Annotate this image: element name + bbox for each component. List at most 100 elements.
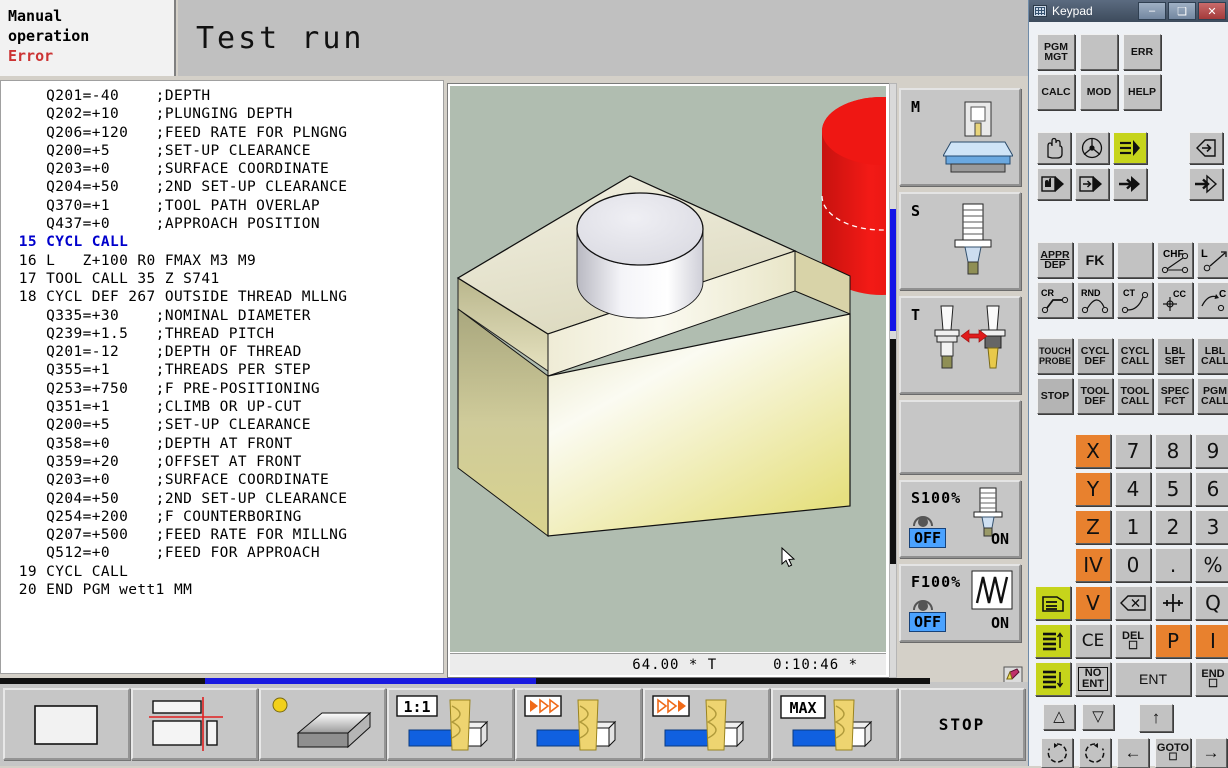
blank-key-2[interactable]	[1117, 242, 1153, 278]
blank-key-1[interactable]	[1080, 34, 1118, 70]
spindle-override-box[interactable]: S100% OFF ON	[899, 480, 1021, 558]
program-line[interactable]: 20 END PGM wett1 MM	[7, 581, 441, 599]
program-line[interactable]: 18 CYCL DEF 267 OUTSIDE THREAD MLLNG	[7, 288, 441, 306]
graphics-panel[interactable]: 64.00 * T 0:10:46 *	[447, 83, 891, 678]
axis-z-key[interactable]: Z	[1075, 510, 1111, 544]
close-button[interactable]: ✕	[1198, 2, 1226, 20]
axis-y-key[interactable]: Y	[1075, 472, 1111, 506]
maximize-button[interactable]: ❑	[1168, 2, 1196, 20]
simulation-view[interactable]	[450, 86, 886, 652]
keypad-title-bar[interactable]: Keypad – ❑ ✕	[1029, 0, 1228, 22]
up-triangle-key[interactable]: △	[1043, 704, 1075, 730]
program-line[interactable]: 15 CYCL CALL	[7, 233, 441, 251]
cc-key[interactable]: CC	[1157, 282, 1193, 318]
handwheel-key[interactable]	[1075, 132, 1109, 164]
chf-key[interactable]: CHF	[1157, 242, 1193, 278]
tool-call-key[interactable]: TOOL CALL	[1117, 378, 1153, 414]
digit-6-key[interactable]: 6	[1195, 472, 1228, 506]
scrollbar-thumb-blue[interactable]	[890, 209, 896, 331]
rotate-ccw-key[interactable]	[1079, 738, 1111, 768]
digit-0-key[interactable]: 0	[1115, 548, 1151, 582]
manual-hand-key[interactable]	[1037, 132, 1071, 164]
program-line[interactable]: Q335=+30 ;NOMINAL DIAMETER	[7, 307, 441, 325]
end-key[interactable]: END ☐	[1195, 662, 1228, 696]
cycl-def-key[interactable]: CYCL DEF	[1077, 338, 1113, 374]
program-line[interactable]: Q254=+200 ;F COUNTERBORING	[7, 508, 441, 526]
feed-override-off[interactable]: OFF	[909, 612, 947, 632]
softkey-solid-model-view[interactable]	[259, 688, 386, 760]
program-line[interactable]: Q370=+1 ;TOOL PATH OVERLAP	[7, 197, 441, 215]
softkey-fast-run[interactable]	[643, 688, 770, 760]
pgm-call-key[interactable]: PGM CALL	[1197, 378, 1228, 414]
vertical-scrollbar[interactable]	[889, 83, 897, 678]
digit-8-key[interactable]: 8	[1155, 434, 1191, 468]
program-line[interactable]: Q355=+1 ;THREADS PER STEP	[7, 361, 441, 379]
sign-toggle-key[interactable]: %	[1195, 548, 1228, 582]
program-line[interactable]: Q359=+20 ;OFFSET AT FRONT	[7, 453, 441, 471]
goto-key[interactable]: GOTO ☐	[1155, 738, 1191, 768]
mod-key[interactable]: MOD	[1080, 74, 1118, 110]
feed-override-on[interactable]: ON	[991, 614, 1009, 632]
digit-5-key[interactable]: 5	[1155, 472, 1191, 506]
tool-def-key[interactable]: TOOL DEF	[1077, 378, 1113, 414]
help-key[interactable]: HELP	[1123, 74, 1161, 110]
cr-key[interactable]: CR	[1037, 282, 1073, 318]
rnd-key[interactable]: RND	[1077, 282, 1113, 318]
lbl-call-key[interactable]: LBL CALL	[1197, 338, 1228, 374]
program-line[interactable]: Q239=+1.5 ;THREAD PITCH	[7, 325, 441, 343]
single-block-key[interactable]	[1037, 168, 1071, 200]
axis-x-key[interactable]: X	[1075, 434, 1111, 468]
program-line[interactable]: Q358=+0 ;DEPTH AT FRONT	[7, 435, 441, 453]
program-line[interactable]: Q206=+120 ;FEED RATE FOR PLNGNG	[7, 124, 441, 142]
program-line[interactable]: Q201=-12 ;DEPTH OF THREAD	[7, 343, 441, 361]
status-box-t[interactable]: T	[899, 296, 1021, 394]
program-line[interactable]: Q512=+0 ;FEED FOR APPROACH	[7, 544, 441, 562]
softkey-blank-view[interactable]	[3, 688, 130, 760]
arrow-left-key[interactable]: ←	[1117, 738, 1149, 768]
i-key[interactable]: I	[1195, 624, 1228, 658]
softkey-single-step-run[interactable]	[515, 688, 642, 760]
c-key[interactable]: C	[1197, 282, 1228, 318]
ce-key[interactable]: CE	[1075, 624, 1111, 658]
no-ent-key[interactable]: NO ENT	[1075, 662, 1111, 696]
p-key[interactable]: P	[1155, 624, 1191, 658]
axis-v-key[interactable]: V	[1075, 586, 1111, 620]
program-line[interactable]: 16 L Z+100 R0 FMAX M3 M9	[7, 252, 441, 270]
program-enter-key[interactable]	[1189, 132, 1223, 164]
fk-key[interactable]: FK	[1077, 242, 1113, 278]
program-line[interactable]: Q351=+1 ;CLIMB OR UP-CUT	[7, 398, 441, 416]
spindle-override-off[interactable]: OFF	[909, 528, 947, 548]
axis-iv-key[interactable]: IV	[1075, 548, 1111, 582]
spindle-override-on[interactable]: ON	[991, 530, 1009, 548]
program-line[interactable]: Q207=+500 ;FEED RATE FOR MILLNG	[7, 526, 441, 544]
backspace-key[interactable]	[1115, 586, 1151, 620]
digit-3-key[interactable]: 3	[1195, 510, 1228, 544]
program-line[interactable]: Q204=+50 ;2ND SET-UP CLEARANCE	[7, 178, 441, 196]
program-run-key[interactable]	[1113, 132, 1147, 164]
stop-key[interactable]: STOP	[1037, 378, 1073, 414]
program-line[interactable]: Q202=+10 ;PLUNGING DEPTH	[7, 105, 441, 123]
down-triangle-key[interactable]: ▽	[1082, 704, 1114, 730]
err-key[interactable]: ERR	[1123, 34, 1161, 70]
lbl-set-key[interactable]: LBL SET	[1157, 338, 1193, 374]
spec-fct-key[interactable]: SPEC FCT	[1157, 378, 1193, 414]
status-box-m[interactable]: M	[899, 88, 1021, 186]
softkey-stop[interactable]: STOP	[899, 688, 1025, 760]
program-run-full-key[interactable]	[1113, 168, 1147, 200]
feed-override-box[interactable]: F100% OFF ON	[899, 564, 1021, 642]
program-line[interactable]: Q203=+0 ;SURFACE COORDINATE	[7, 160, 441, 178]
arrow-right-key[interactable]: →	[1195, 738, 1227, 768]
program-line[interactable]: Q204=+50 ;2ND SET-UP CLEARANCE	[7, 490, 441, 508]
touch-probe-key[interactable]: TOUCH PROBE	[1037, 338, 1073, 374]
program-line[interactable]: 17 TOOL CALL 35 Z S741	[7, 270, 441, 288]
program-line[interactable]: Q437=+0 ;APPROACH POSITION	[7, 215, 441, 233]
softkey-scale-1-1[interactable]: 1:1	[387, 688, 514, 760]
digit-2-key[interactable]: 2	[1155, 510, 1191, 544]
scrollbar-thumb-black[interactable]	[890, 339, 896, 564]
page-up-key[interactable]	[1035, 624, 1071, 658]
page-down-key[interactable]	[1035, 662, 1071, 696]
block-scan-key[interactable]	[1075, 168, 1109, 200]
arrow-up-key[interactable]: ↑	[1139, 704, 1173, 732]
program-line[interactable]: Q200=+5 ;SET-UP CLEARANCE	[7, 416, 441, 434]
ct-key[interactable]: CT	[1117, 282, 1153, 318]
